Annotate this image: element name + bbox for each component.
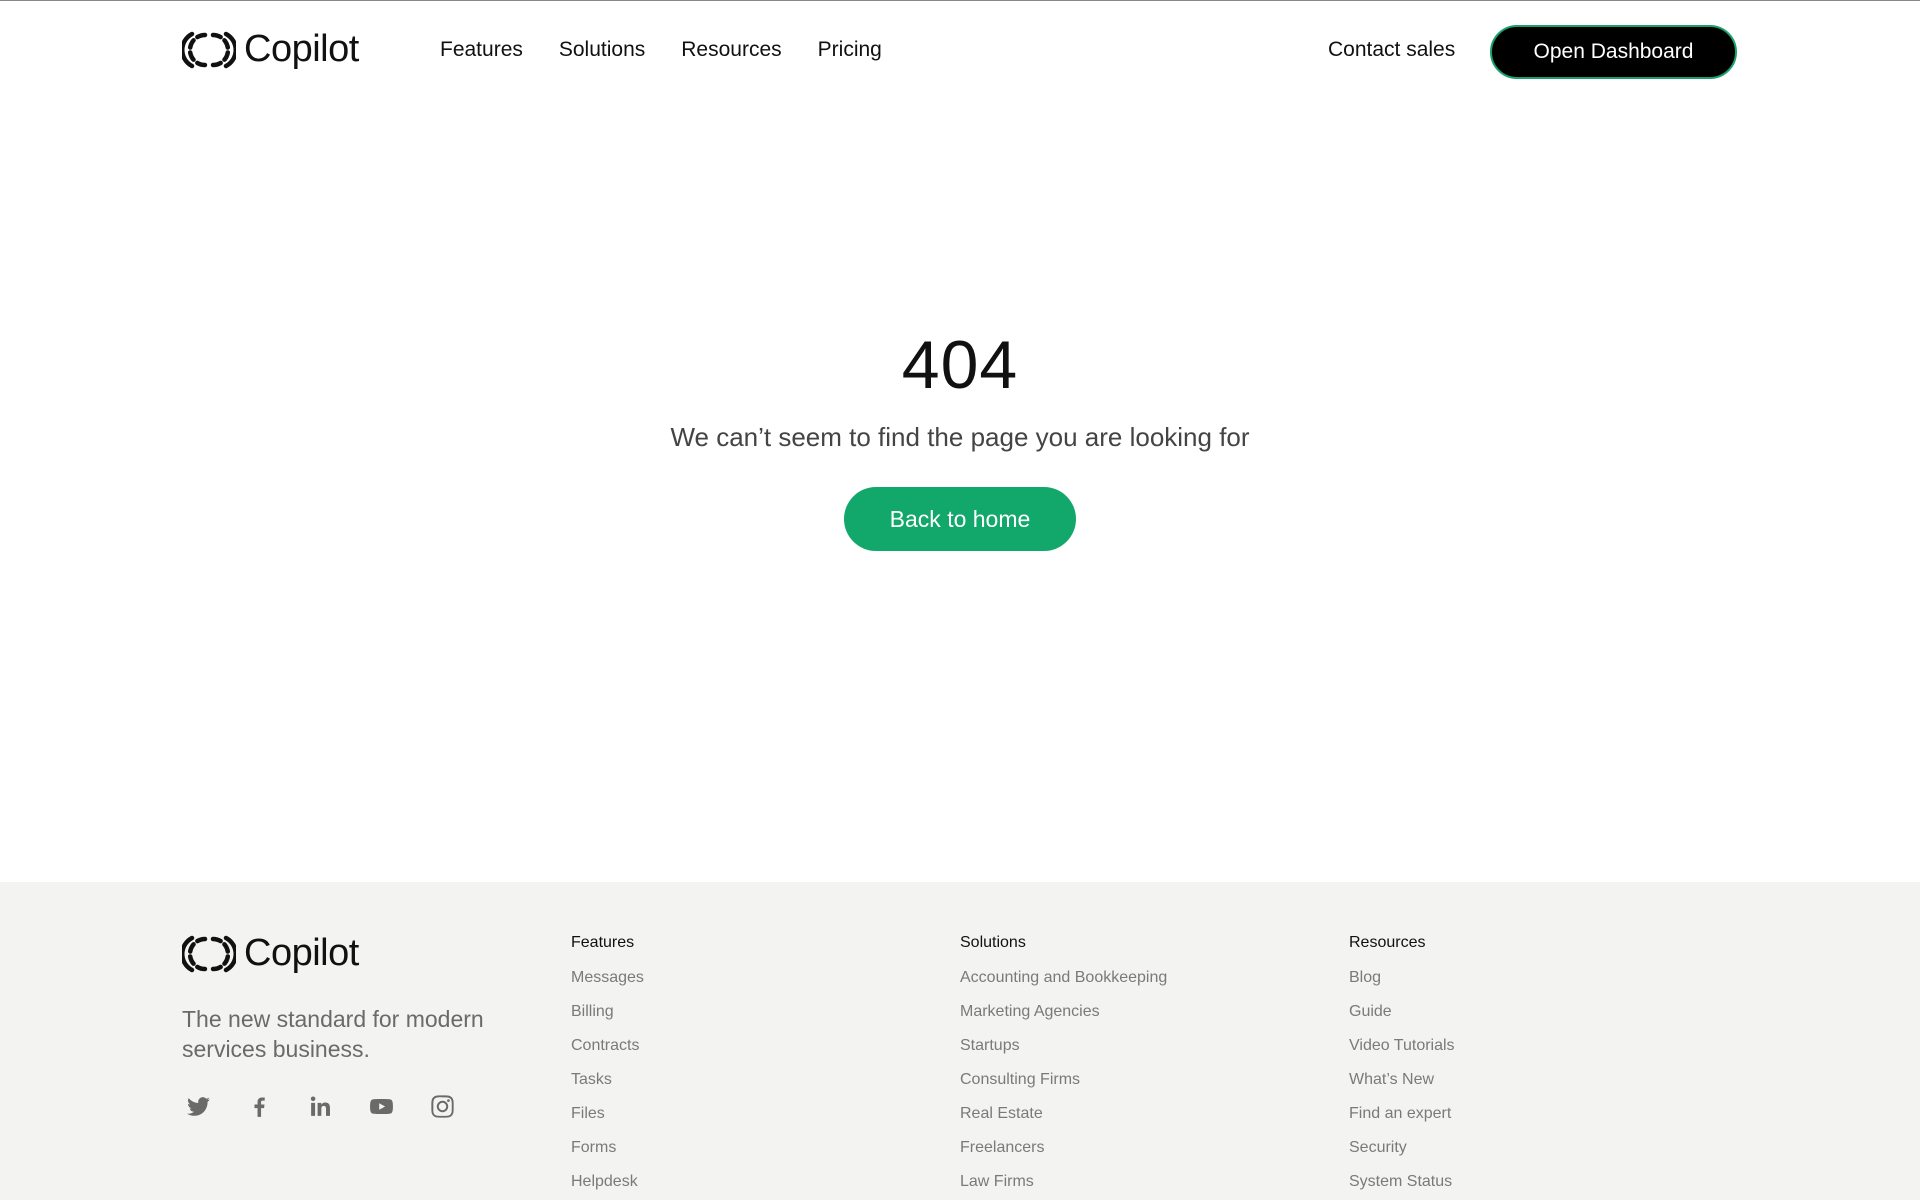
footer-link-video-tutorials[interactable]: Video Tutorials	[1349, 1036, 1455, 1070]
footer-column-title: Features	[571, 934, 635, 951]
footer-link-find-an-expert[interactable]: Find an expert	[1349, 1104, 1455, 1138]
footer-tagline: The new standard for modern services bus…	[182, 1006, 484, 1062]
footer-link-accounting[interactable]: Accounting and Bookkeeping	[960, 968, 1167, 1002]
contact-sales-link[interactable]: Contact sales	[1328, 38, 1455, 62]
instagram-icon[interactable]	[430, 1094, 455, 1119]
footer-column-title: Solutions	[960, 934, 1026, 951]
linkedin-icon[interactable]	[308, 1094, 333, 1119]
social-links	[186, 1094, 455, 1119]
logo-text: Copilot	[244, 932, 359, 974]
footer-link-consulting-firms[interactable]: Consulting Firms	[960, 1070, 1167, 1104]
twitter-icon[interactable]	[186, 1094, 211, 1119]
facebook-icon[interactable]	[247, 1094, 272, 1119]
footer-link-billing[interactable]: Billing	[571, 1002, 644, 1036]
footer-logo[interactable]: Copilot	[182, 932, 359, 975]
footer-link-messages[interactable]: Messages	[571, 968, 644, 1002]
footer-link-startups[interactable]: Startups	[960, 1036, 1167, 1070]
footer-link-helpdesk[interactable]: Helpdesk	[571, 1172, 644, 1200]
footer-link-blog[interactable]: Blog	[1349, 968, 1455, 1002]
youtube-icon[interactable]	[369, 1094, 394, 1119]
nav-resources[interactable]: Resources	[681, 38, 781, 62]
footer-link-tasks[interactable]: Tasks	[571, 1070, 644, 1104]
footer-link-files[interactable]: Files	[571, 1104, 644, 1138]
header-logo[interactable]: Copilot	[182, 28, 359, 71]
footer-link-security[interactable]: Security	[1349, 1138, 1455, 1172]
footer-link-system-status[interactable]: System Status	[1349, 1172, 1455, 1200]
nav-features[interactable]: Features	[440, 38, 523, 62]
nav-pricing[interactable]: Pricing	[818, 38, 882, 62]
footer-link-guide[interactable]: Guide	[1349, 1002, 1455, 1036]
site-footer: Copilot The new standard for modern serv…	[0, 882, 1920, 1200]
error-code: 404	[901, 327, 1019, 403]
footer-link-forms[interactable]: Forms	[571, 1138, 644, 1172]
back-to-home-button[interactable]: Back to home	[844, 487, 1076, 551]
nav-solutions[interactable]: Solutions	[559, 38, 645, 62]
site-header: Copilot Features Solutions Resources Pri…	[0, 0, 1920, 104]
footer-column-solutions: Solutions Accounting and Bookkeeping Mar…	[960, 934, 1167, 1200]
footer-link-contracts[interactable]: Contracts	[571, 1036, 644, 1070]
copilot-logo-icon	[182, 31, 236, 68]
logo-text: Copilot	[244, 28, 359, 70]
footer-link-real-estate[interactable]: Real Estate	[960, 1104, 1167, 1138]
copilot-logo-icon	[182, 935, 236, 972]
footer-column-resources: Resources Blog Guide Video Tutorials Wha…	[1349, 934, 1455, 1200]
footer-link-law-firms[interactable]: Law Firms	[960, 1172, 1167, 1200]
footer-column-title: Resources	[1349, 934, 1426, 951]
error-section: 404 We can’t seem to find the page you a…	[0, 104, 1920, 882]
footer-link-whats-new[interactable]: What’s New	[1349, 1070, 1455, 1104]
footer-link-freelancers[interactable]: Freelancers	[960, 1138, 1167, 1172]
footer-link-marketing-agencies[interactable]: Marketing Agencies	[960, 1002, 1167, 1036]
error-message: We can’t seem to find the page you are l…	[670, 422, 1250, 452]
footer-column-features: Features Messages Billing Contracts Task…	[571, 934, 644, 1200]
open-dashboard-button[interactable]: Open Dashboard	[1490, 25, 1737, 79]
main-nav: Features Solutions Resources Pricing	[440, 38, 882, 62]
